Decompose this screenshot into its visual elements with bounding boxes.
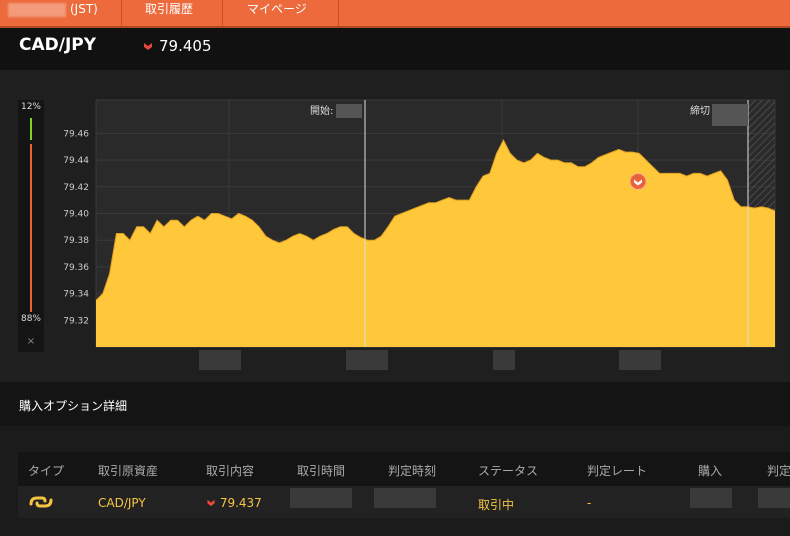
row-status: 取引中 bbox=[478, 498, 515, 512]
pair-header: CAD/JPY 79.405 bbox=[0, 28, 790, 70]
col-asset: 取引原資産 bbox=[98, 464, 159, 478]
end-time-redacted bbox=[712, 104, 748, 126]
current-rate-value: 79.405 bbox=[159, 37, 212, 55]
time-zone-label: (JST) bbox=[70, 2, 98, 16]
y-tick-label: 79.34 bbox=[63, 290, 89, 300]
y-tick-label: 79.40 bbox=[63, 209, 89, 219]
y-tick-label: 79.38 bbox=[63, 236, 89, 246]
start-label: 開始: bbox=[310, 104, 333, 117]
current-rate: 79.405 bbox=[143, 37, 212, 55]
col-judge: 判定 bbox=[767, 464, 790, 478]
row-judge-redacted bbox=[758, 488, 790, 508]
nav-divider bbox=[338, 0, 339, 26]
col-status: ステータス bbox=[478, 464, 539, 478]
x-tick-redacted bbox=[199, 350, 241, 370]
col-purchase: 購入 bbox=[698, 464, 723, 478]
table-row[interactable]: CAD/JPY 79.437 取引中 - bbox=[18, 486, 790, 518]
col-type: タイプ bbox=[28, 464, 65, 478]
start-time-redacted bbox=[336, 104, 362, 118]
row-purchase-redacted bbox=[690, 488, 732, 508]
tab-trade-history[interactable]: 取引履歴 bbox=[145, 0, 193, 26]
x-tick-redacted bbox=[619, 350, 661, 370]
section-title: 購入オプション詳細 bbox=[19, 399, 128, 413]
server-time-redacted bbox=[8, 3, 66, 17]
tab-my-page[interactable]: マイページ bbox=[247, 0, 307, 26]
chart-panel: 12% 88% × 79.46 79.44 79.42 79.40 79.38 79.36… bbox=[0, 70, 790, 382]
rate-down-icon bbox=[144, 43, 152, 50]
col-trade-time: 取引時間 bbox=[297, 464, 346, 478]
row-content: 79.437 bbox=[206, 496, 262, 510]
currency-pair: CAD/JPY bbox=[19, 35, 97, 55]
y-tick-label: 79.36 bbox=[63, 263, 89, 273]
x-tick-redacted bbox=[493, 350, 515, 370]
nav-divider bbox=[222, 0, 223, 26]
row-trade-time-redacted bbox=[290, 488, 352, 508]
row-judge-time-redacted bbox=[374, 488, 436, 508]
col-judge-time: 判定時刻 bbox=[388, 464, 437, 478]
link-type-icon bbox=[29, 496, 53, 508]
end-label: 締切 bbox=[690, 104, 710, 117]
y-tick-label: 79.32 bbox=[63, 316, 89, 326]
row-content-rate: 79.437 bbox=[219, 496, 262, 510]
col-judge-rate: 判定レート bbox=[587, 464, 648, 478]
y-tick-label: 79.42 bbox=[63, 183, 89, 193]
col-content: 取引内容 bbox=[206, 464, 255, 478]
y-tick-label: 79.46 bbox=[63, 129, 89, 139]
top-nav-bar: (JST) 取引履歴 マイページ bbox=[0, 0, 790, 28]
table-header: タイプ 取引原資産 取引内容 取引時間 判定時刻 ステータス 判定レート 購入 … bbox=[18, 452, 790, 486]
price-chart: 79.46 79.44 79.42 79.40 79.38 79.36 79.34 79.32… bbox=[63, 99, 776, 348]
option-details-header: 購入オプション詳細 bbox=[0, 382, 790, 426]
down-arrow-icon bbox=[207, 499, 215, 507]
entry-marker bbox=[629, 172, 647, 190]
nav-divider bbox=[121, 0, 122, 26]
row-judge-rate: - bbox=[587, 496, 592, 510]
y-tick-label: 79.44 bbox=[63, 156, 89, 166]
row-asset: CAD/JPY bbox=[98, 496, 146, 510]
x-tick-redacted bbox=[346, 350, 388, 370]
